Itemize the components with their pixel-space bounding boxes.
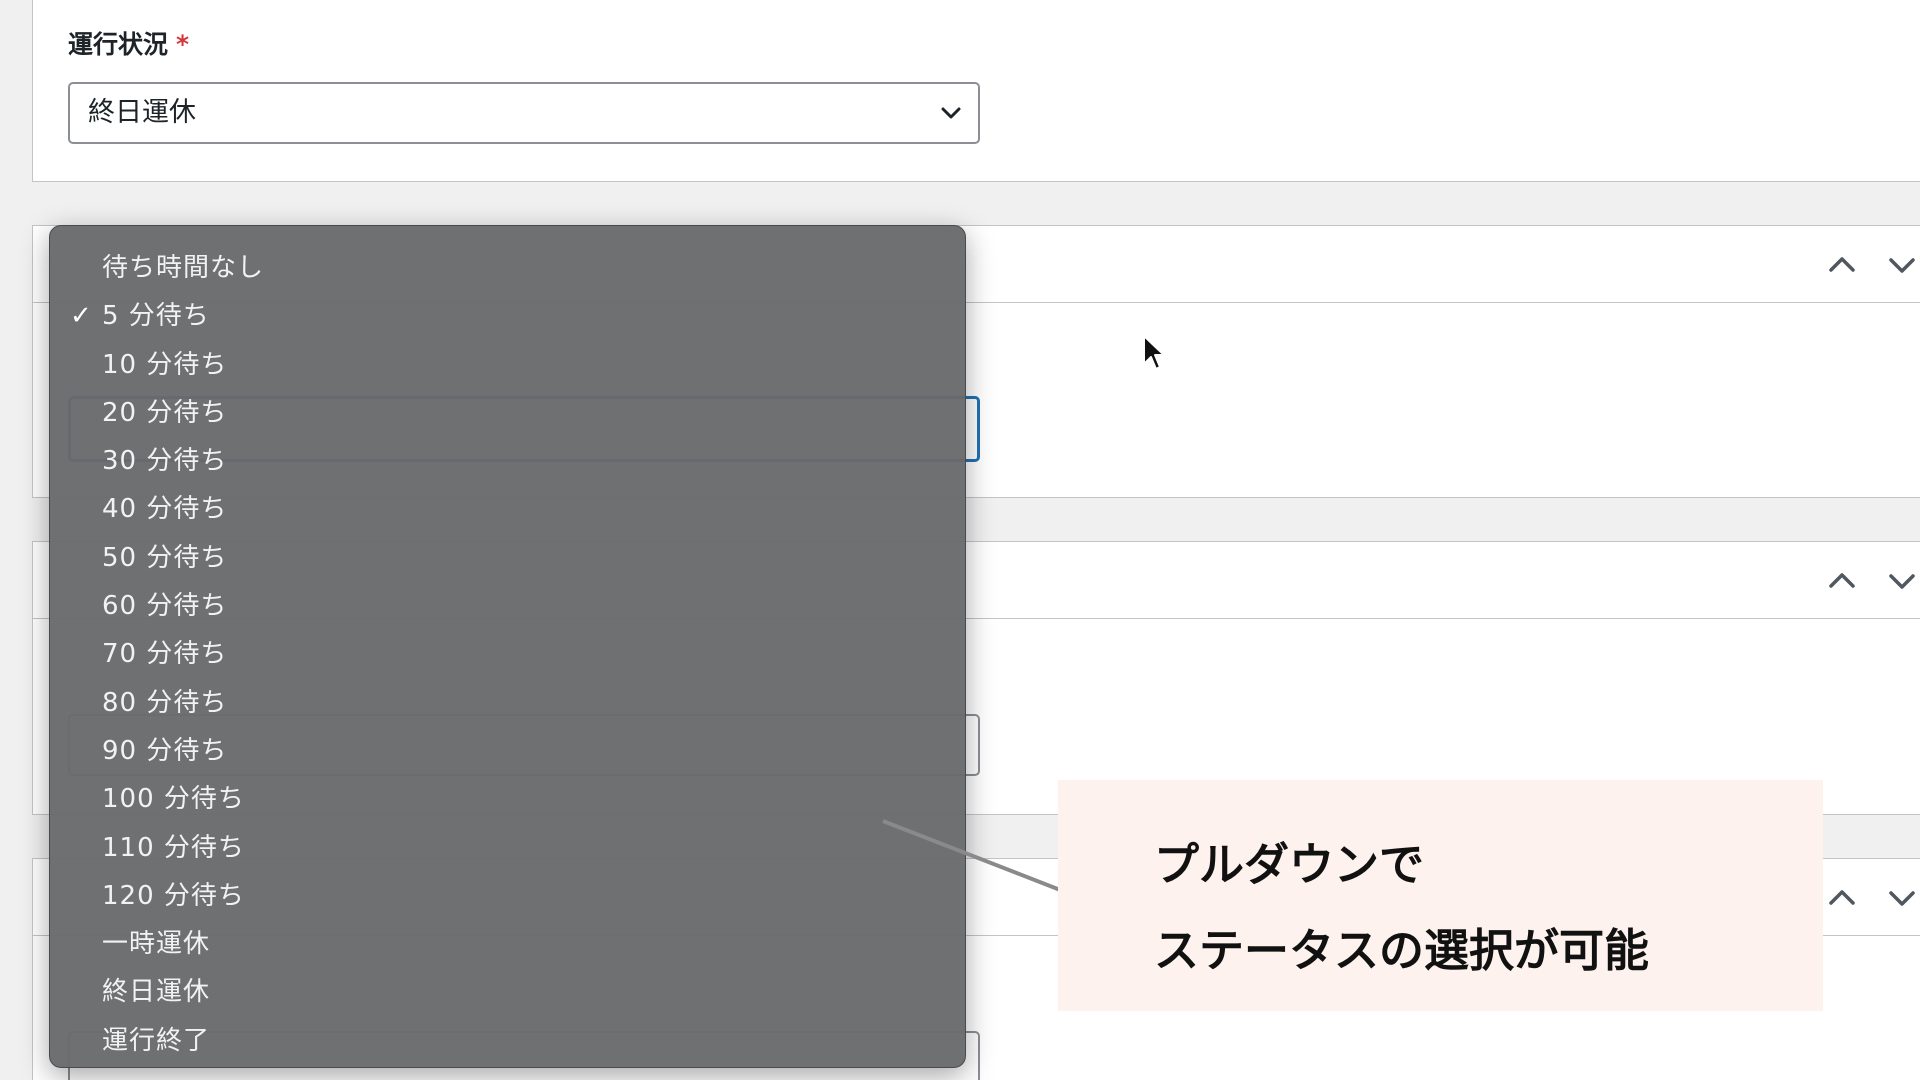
dropdown-option[interactable]: 110 分待ち <box>50 824 965 872</box>
dropdown-option-label: 90 分待ち <box>102 735 228 766</box>
checkmark-icon: ✓ <box>70 301 93 332</box>
dropdown-option[interactable]: 100 分待ち <box>50 775 965 823</box>
dropdown-option-label: 10 分待ち <box>102 349 228 380</box>
dropdown-option-label: 70 分待ち <box>102 639 228 670</box>
wait-time-dropdown-menu: 待ち時間なし ✓ 5 分待ち 10 分待ち 20 分待ち 30 分待ち 40 分待ち 50 分… <box>49 225 966 1068</box>
chevron-down-icon[interactable] <box>1885 564 1919 598</box>
dropdown-option[interactable]: 終日運休 <box>50 968 965 1016</box>
status-select-value: 終日運休 <box>88 97 196 128</box>
dropdown-option[interactable]: 70 分待ち <box>50 630 965 678</box>
dropdown-option[interactable]: 120 分待ち <box>50 872 965 920</box>
chevron-down-icon[interactable] <box>1885 881 1919 915</box>
dropdown-option-label: 20 分待ち <box>102 397 228 428</box>
callout-text: プルダウンで ステータスの選択が可能 <box>1154 822 1649 994</box>
dropdown-option[interactable]: 30 分待ち <box>50 437 965 485</box>
status-field-label: 運行状況 * <box>68 25 189 61</box>
chevron-down-icon <box>941 107 961 119</box>
dropdown-option-label: 終日運休 <box>102 977 211 1008</box>
dropdown-option[interactable]: 一時運休 <box>50 920 965 968</box>
panel-sort-controls <box>1811 564 1920 598</box>
dropdown-option-label: 120 分待ち <box>102 880 245 911</box>
dropdown-option-label: 50 分待ち <box>102 542 228 573</box>
status-select[interactable]: 終日運休 <box>68 82 980 144</box>
callout-line-2: ステータスの選択が可能 <box>1154 924 1650 977</box>
dropdown-option[interactable]: 50 分待ち <box>50 534 965 582</box>
annotation-callout: プルダウンで ステータスの選択が可能 <box>1058 780 1823 1011</box>
status-label-text: 運行状況 <box>68 30 169 59</box>
dropdown-option-label: 30 分待ち <box>102 446 228 477</box>
admin-page: 運行状況 * 終日運休 待ち時間なし ✓ 5 分待ち 10 分待ち 20 分待ち… <box>0 0 1920 1080</box>
chevron-down-icon[interactable] <box>1885 248 1919 282</box>
dropdown-option[interactable]: 待ち時間なし <box>50 244 965 292</box>
status-panel: 運行状況 * 終日運休 <box>32 0 1920 182</box>
dropdown-option-label: 60 分待ち <box>102 591 228 622</box>
required-mark: * <box>176 30 190 59</box>
dropdown-option[interactable]: 60 分待ち <box>50 582 965 630</box>
panel-sort-controls <box>1811 881 1920 915</box>
chevron-up-icon[interactable] <box>1825 564 1859 598</box>
chevron-up-icon[interactable] <box>1825 248 1859 282</box>
dropdown-option-label: 110 分待ち <box>102 832 245 863</box>
dropdown-option-label: 待ち時間なし <box>102 253 265 283</box>
callout-line-1: プルダウンで <box>1154 838 1425 891</box>
dropdown-option[interactable]: 運行終了 <box>50 1017 965 1065</box>
dropdown-option[interactable]: 90 分待ち <box>50 727 965 775</box>
panel-sort-controls <box>1811 248 1920 282</box>
dropdown-option-label: 一時運休 <box>102 929 211 960</box>
dropdown-option[interactable]: 40 分待ち <box>50 485 965 533</box>
dropdown-option[interactable]: 10 分待ち <box>50 341 965 389</box>
chevron-up-icon[interactable] <box>1825 881 1859 915</box>
dropdown-option-label: 運行終了 <box>102 1025 211 1056</box>
cursor-arrow-icon <box>1143 335 1165 370</box>
dropdown-option[interactable]: 20 分待ち <box>50 389 965 437</box>
dropdown-option[interactable]: 80 分待ち <box>50 679 965 727</box>
dropdown-option-label: 100 分待ち <box>102 784 245 815</box>
dropdown-option-label: 80 分待ち <box>102 687 228 718</box>
dropdown-option-label: 5 分待ち <box>102 301 210 332</box>
dropdown-option-label: 40 分待ち <box>102 494 228 525</box>
dropdown-option[interactable]: ✓ 5 分待ち <box>50 292 965 340</box>
